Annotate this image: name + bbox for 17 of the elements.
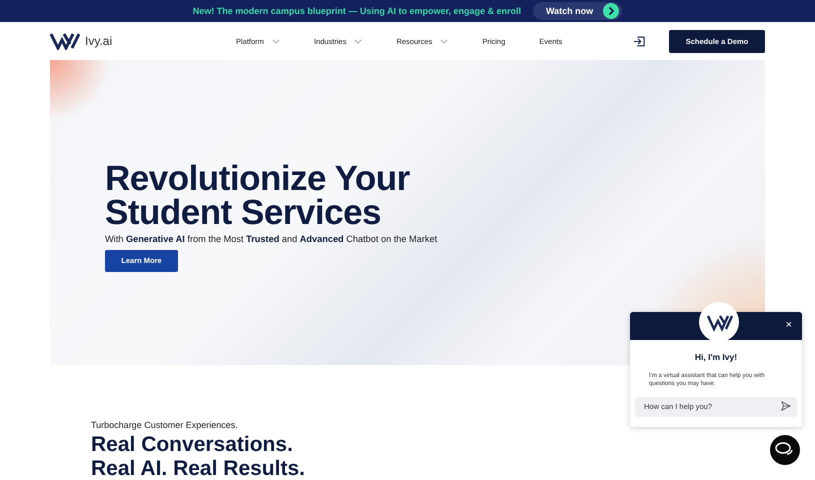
announcement-text: New! The modern campus blueprint — Using AI to empower, engage & enroll [192, 6, 522, 16]
chevron-down-icon [272, 38, 280, 44]
chevron-right-icon [603, 3, 620, 19]
close-icon[interactable]: × [786, 319, 792, 331]
hero-subtitle: With Generative AI from the Most Trusted and Advanced Chatbot on the Market [105, 234, 438, 244]
login-icon[interactable] [633, 36, 645, 46]
chat-bubble-icon[interactable] [770, 435, 800, 465]
chat-greeting: Hi, I'm Ivy! [694, 352, 738, 362]
logo-text[interactable]: Ivy.ai [85, 34, 112, 48]
chevron-down-icon [440, 38, 448, 44]
section-eyebrow: Turbocharge Customer Experiences. [91, 420, 239, 430]
logo-icon[interactable] [50, 32, 80, 50]
send-icon[interactable] [781, 401, 791, 411]
section-heading: Real Conversations. Real AI. Real Results. [91, 433, 305, 480]
chevron-down-icon [354, 38, 362, 44]
hero-heading: Revolutionize Your Student Services [105, 162, 411, 230]
watch-now-button[interactable]: Watch now [533, 2, 622, 20]
